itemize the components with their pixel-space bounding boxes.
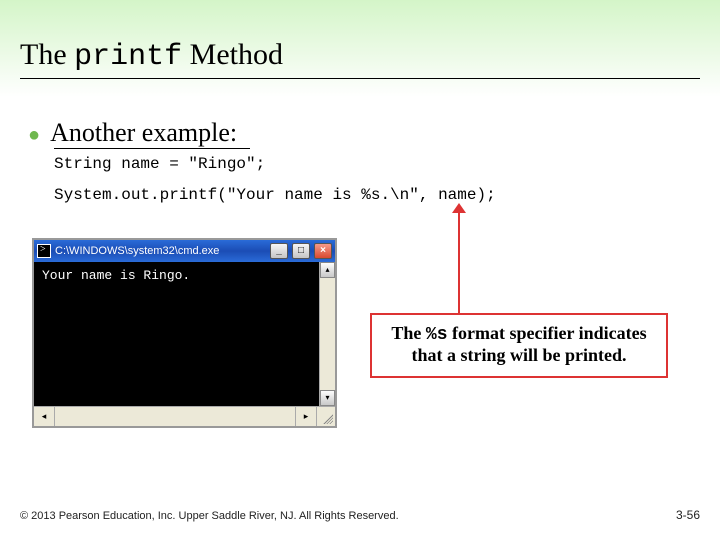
bullet-item: ● Another example: [28, 118, 237, 148]
hscroll-track[interactable] [55, 407, 296, 426]
page-number: 3-56 [676, 508, 700, 522]
scroll-right-icon[interactable]: ▸ [296, 407, 317, 426]
copyright-footer: © 2013 Pearson Education, Inc. Upper Sad… [20, 510, 399, 522]
callout-mono: %s [426, 325, 448, 345]
title-pre: The [20, 38, 74, 71]
title-mono: printf [74, 40, 182, 74]
title-underline [20, 78, 700, 79]
bullet-dot-icon: ● [28, 124, 40, 146]
cmd-icon [37, 244, 51, 258]
scroll-left-icon[interactable]: ◂ [34, 407, 55, 426]
close-button[interactable]: × [314, 243, 332, 259]
slide-title: The printf Method [20, 38, 283, 74]
callout-pre: The [391, 323, 426, 343]
scroll-up-icon[interactable]: ▴ [320, 262, 335, 278]
bullet-text: Another example: [50, 118, 237, 147]
resize-grip-icon[interactable] [317, 407, 335, 426]
callout-box: The %s format specifier indicates that a… [370, 313, 668, 378]
terminal-window: C:\WINDOWS\system32\cmd.exe _ □ × Your n… [32, 238, 337, 428]
terminal-vscrollbar[interactable]: ▴ ▾ [319, 262, 335, 406]
terminal-body: Your name is Ringo. [34, 262, 335, 406]
terminal-title: C:\WINDOWS\system32\cmd.exe [55, 245, 266, 257]
terminal-statusbar: ◂ ▸ [34, 406, 335, 426]
minimize-button[interactable]: _ [270, 243, 288, 259]
arrow-line [458, 210, 460, 313]
maximize-button[interactable]: □ [292, 243, 310, 259]
bullet-underline [54, 148, 250, 149]
terminal-titlebar: C:\WINDOWS\system32\cmd.exe _ □ × [34, 240, 335, 262]
title-post: Method [182, 38, 283, 71]
code-line-1: String name = "Ringo"; [54, 155, 265, 173]
code-line-2: System.out.printf("Your name is %s.\n", … [54, 186, 496, 204]
terminal-output: Your name is Ringo. [42, 268, 327, 283]
scroll-down-icon[interactable]: ▾ [320, 390, 335, 406]
